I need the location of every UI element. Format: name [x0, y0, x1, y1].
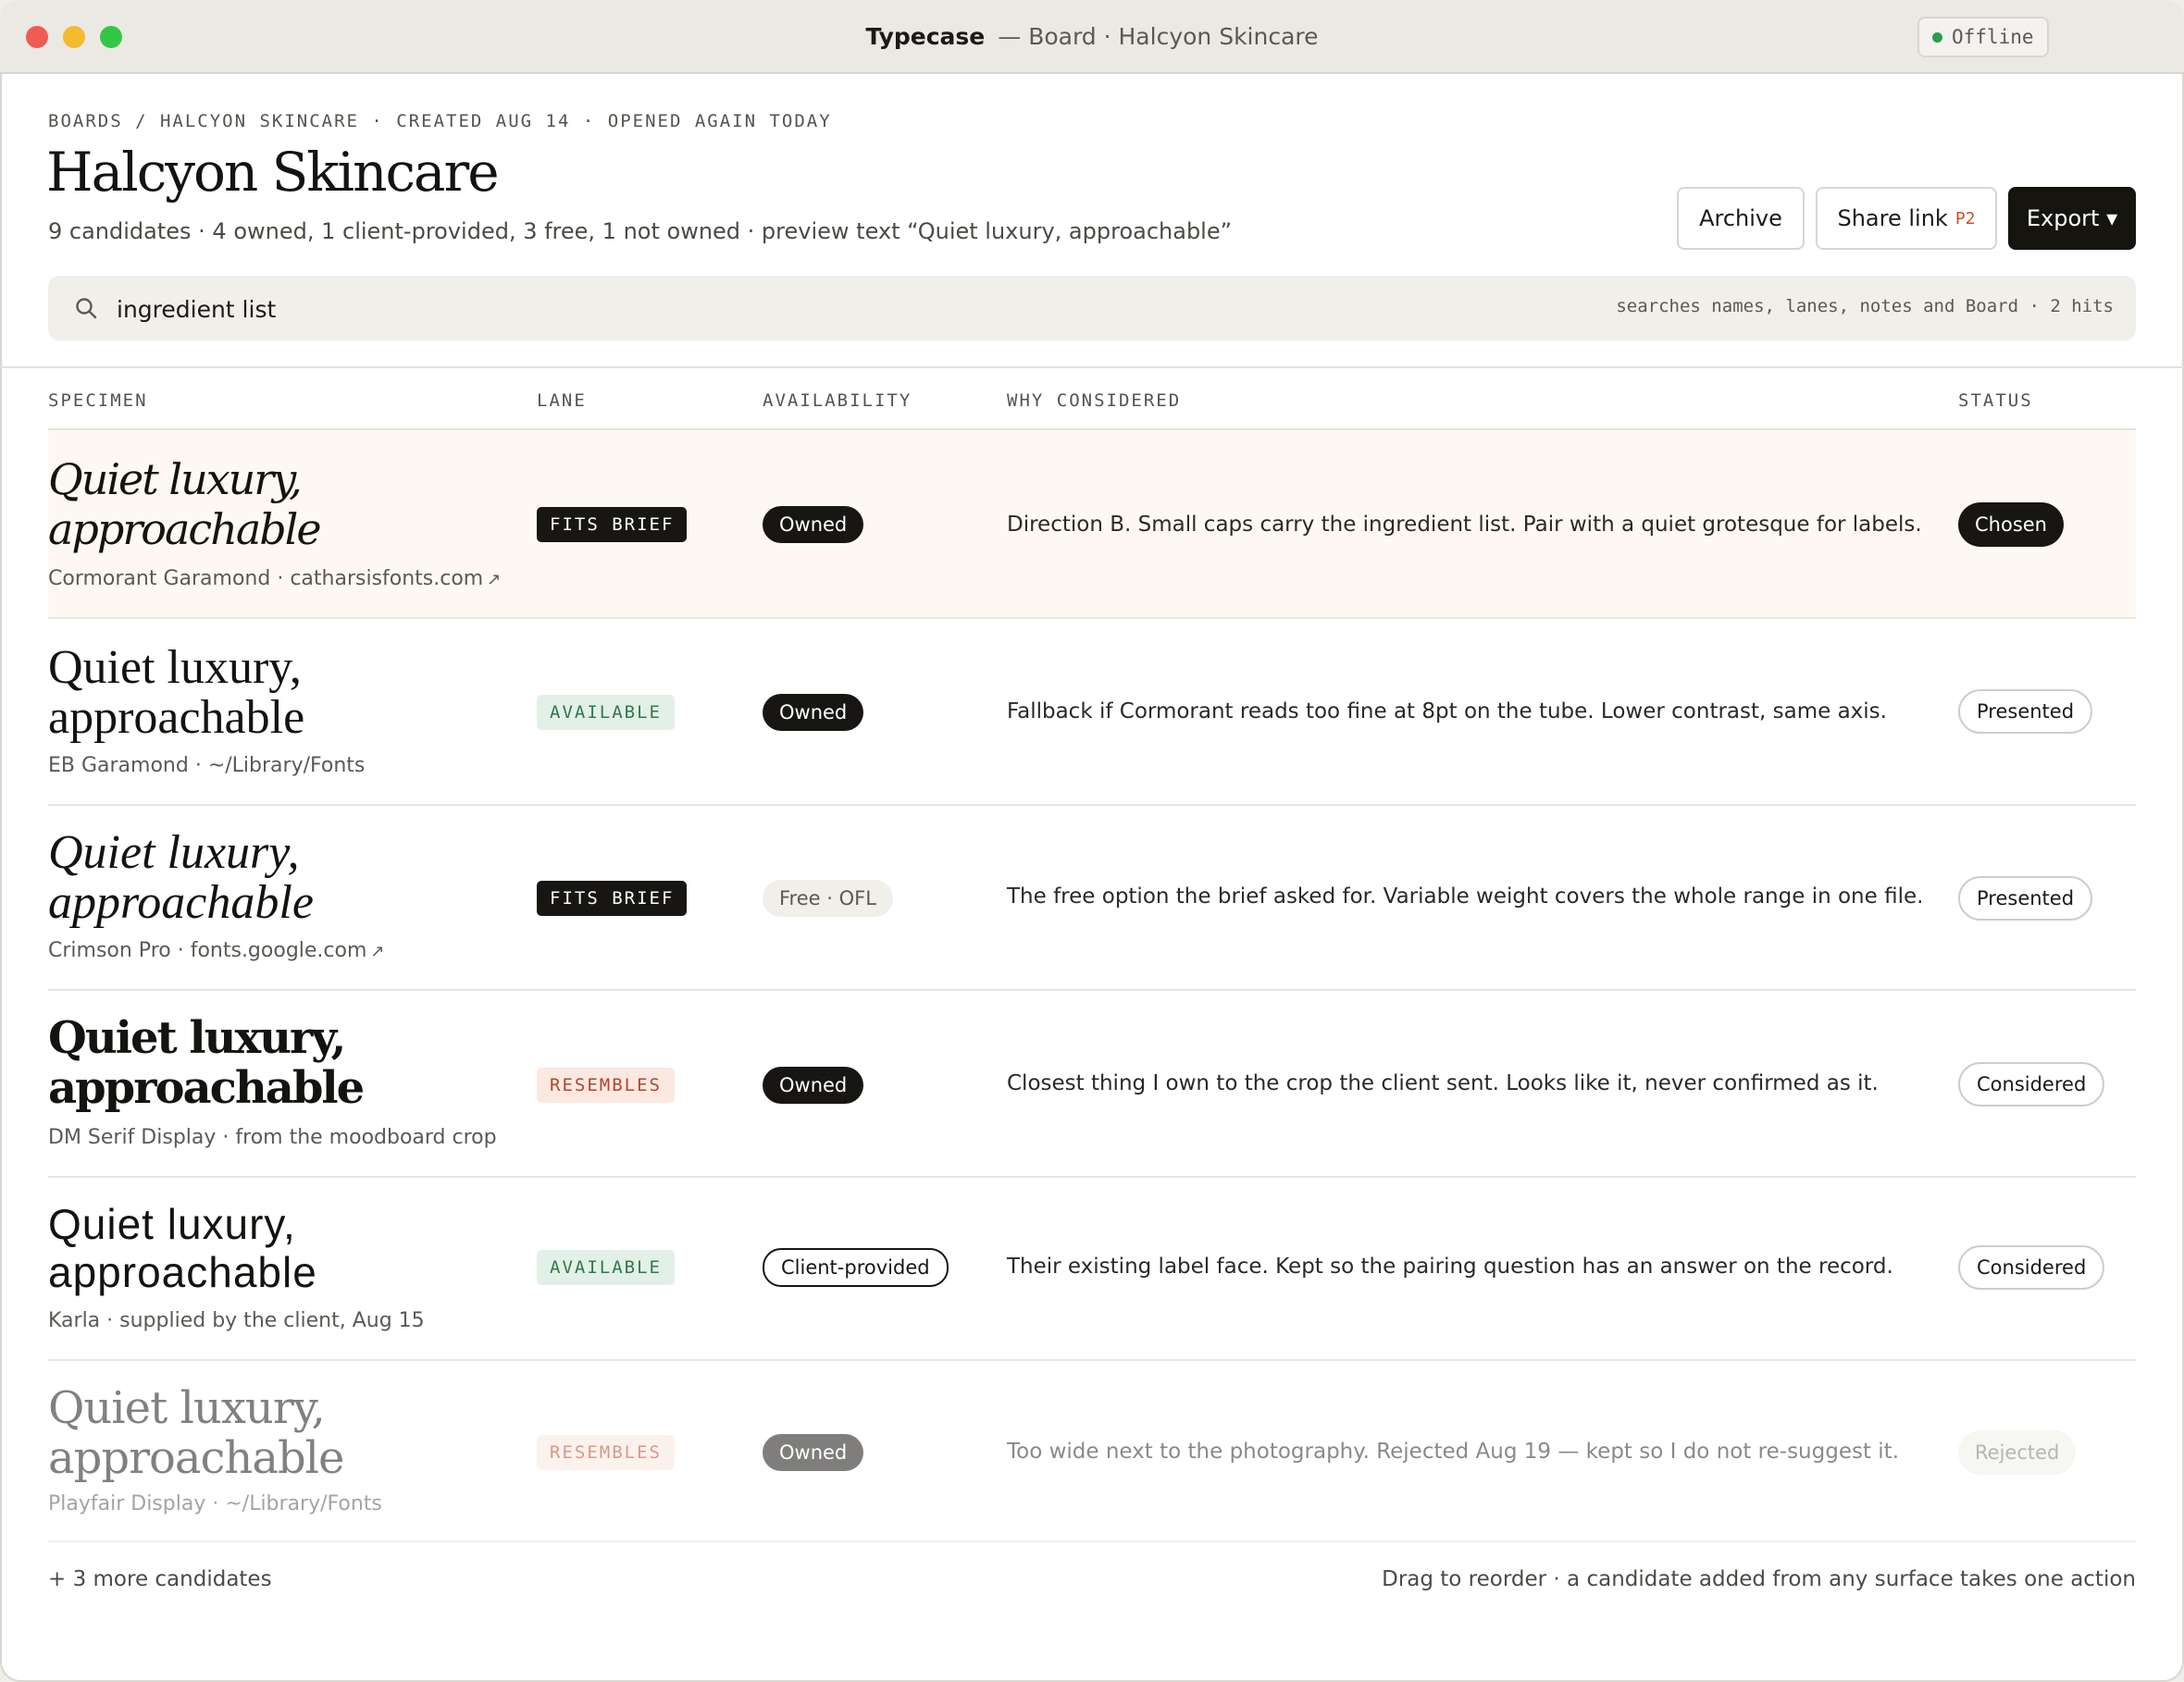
breadcrumb: BOARDS / HALCYON SKINCARE · CREATED AUG … — [48, 111, 832, 131]
lane-badge: AVAILABLE — [537, 1250, 675, 1285]
lane-badge: RESEMBLES — [537, 1068, 675, 1103]
font-meta: DM Serif Display · from the moodboard cr… — [48, 1126, 497, 1149]
column-header-specimen: SPECIMEN — [48, 390, 148, 411]
window-subtitle: — Board · Halcyon Skincare — [998, 22, 1319, 50]
more-candidates-link[interactable]: + 3 more candidates — [48, 1567, 272, 1591]
table-row[interactable]: Quiet luxury, approachable Cormorant Gar… — [48, 430, 2136, 619]
share-link-button[interactable]: Share link P2 — [1816, 187, 1997, 250]
table-row[interactable]: Quiet luxury, approachable EB Garamond ·… — [48, 619, 2136, 806]
specimen-preview: Quiet luxury, approachable — [48, 1200, 317, 1296]
lane-badge: FITS BRIEF — [537, 507, 688, 542]
table-row[interactable]: Quiet luxury, approachable Karla · suppl… — [48, 1178, 2136, 1361]
font-name: Crimson Pro — [48, 939, 171, 962]
external-link-icon: ↗ — [370, 942, 385, 961]
column-header-why: WHY CONSIDERED — [1007, 390, 1182, 411]
status-badge[interactable]: Rejected — [1958, 1430, 2077, 1475]
font-meta: Crimson Pro · fonts.google.com ↗ — [48, 939, 385, 962]
table-row[interactable]: Quiet luxury, approachable DM Serif Disp… — [48, 991, 2136, 1178]
availability-badge: Client-provided — [763, 1248, 949, 1287]
status-dot-icon — [1932, 31, 1942, 43]
search-hint: searches names, lanes, notes and Board ·… — [1616, 296, 2114, 316]
status-badge[interactable]: Presented — [1958, 876, 2093, 921]
page-title: Halcyon Skincare — [46, 141, 500, 204]
availability-badge: Owned — [763, 1067, 864, 1104]
font-source-link[interactable]: fonts.google.com — [191, 939, 367, 962]
search-bar: searches names, lanes, notes and Board ·… — [48, 276, 2136, 340]
font-name: Playfair Display — [48, 1492, 206, 1515]
font-name: Karla — [48, 1309, 101, 1332]
font-name: DM Serif Display — [48, 1126, 217, 1149]
why-considered: Closest thing I own to the crop the clie… — [1007, 1071, 1879, 1095]
search-icon — [76, 298, 97, 319]
lane-badge: FITS BRIEF — [537, 881, 688, 916]
availability-badge: Owned — [763, 694, 864, 731]
status-badge[interactable]: Considered — [1958, 1062, 2105, 1107]
specimen-preview: Quiet luxury, approachable — [48, 454, 322, 554]
font-name: EB Garamond — [48, 754, 189, 777]
lane-badge: AVAILABLE — [537, 695, 675, 730]
table-row[interactable]: Quiet luxury, approachable Playfair Disp… — [48, 1361, 2136, 1542]
title-bar: Typecase — Board · Halcyon Skincare Offl… — [0, 0, 2184, 74]
why-considered: Direction B. Small caps carry the ingred… — [1007, 513, 1922, 537]
specimen-preview: Quiet luxury, approachable — [48, 1382, 344, 1484]
font-source: ~/Library/Fonts — [207, 754, 366, 777]
font-source-link[interactable]: catharsisfonts.com — [290, 567, 483, 590]
why-considered: Fallback if Cormorant reads too fine at … — [1007, 699, 1887, 724]
search-input[interactable] — [115, 287, 1507, 331]
footer-hint: Drag to reorder · a candidate added from… — [1382, 1567, 2136, 1591]
why-considered: The free option the brief asked for. Var… — [1007, 884, 1924, 909]
specimen-preview: Quiet luxury, approachable — [48, 641, 305, 744]
archive-button[interactable]: Archive — [1677, 187, 1805, 250]
header-divider — [0, 366, 2184, 368]
font-meta: EB Garamond · ~/Library/Fonts — [48, 754, 366, 777]
share-link-label: Share link — [1837, 205, 1948, 231]
window-title: Typecase — Board · Halcyon Skincare — [0, 0, 2184, 72]
app-name: Typecase — [865, 22, 986, 50]
app-window: Typecase — Board · Halcyon Skincare Offl… — [0, 0, 2184, 1682]
share-link-tag: P2 — [1954, 208, 1976, 229]
specimen-preview: Quiet luxury, approachable — [48, 826, 314, 929]
column-header-availability: AVAILABILITY — [763, 390, 912, 411]
specimen-preview: Quiet luxury, approachable — [48, 1012, 365, 1114]
status-badge[interactable]: Considered — [1958, 1245, 2105, 1290]
offline-label: Offline — [1952, 26, 2034, 48]
font-source: supplied by the client, Aug 15 — [119, 1309, 425, 1332]
why-considered: Too wide next to the photography. Reject… — [1007, 1440, 1900, 1464]
status-badge[interactable]: Chosen — [1958, 502, 2064, 547]
status-badge[interactable]: Presented — [1958, 689, 2093, 734]
external-link-icon: ↗ — [487, 570, 502, 589]
column-header-status: STATUS — [1958, 390, 2033, 411]
font-name: Cormorant Garamond — [48, 567, 271, 590]
font-meta: Karla · supplied by the client, Aug 15 — [48, 1309, 425, 1332]
column-header-lane: LANE — [537, 390, 587, 411]
offline-status[interactable]: Offline — [1917, 17, 2049, 57]
font-source: ~/Library/Fonts — [225, 1492, 382, 1515]
font-meta: Cormorant Garamond · catharsisfonts.com ↗ — [48, 567, 502, 590]
export-button[interactable]: Export ▾ — [2008, 187, 2136, 250]
font-source: from the moodboard crop — [235, 1126, 497, 1149]
lane-badge: RESEMBLES — [537, 1435, 675, 1470]
font-meta: Playfair Display · ~/Library/Fonts — [48, 1492, 382, 1515]
board-summary: 9 candidates · 4 owned, 1 client-provide… — [48, 218, 1233, 244]
why-considered: Their existing label face. Kept so the p… — [1007, 1255, 1893, 1279]
availability-badge: Owned — [763, 1434, 864, 1471]
table-row[interactable]: Quiet luxury, approachable Crimson Pro ·… — [48, 806, 2136, 991]
availability-badge: Owned — [763, 506, 864, 543]
availability-badge: Free · OFL — [763, 880, 893, 917]
